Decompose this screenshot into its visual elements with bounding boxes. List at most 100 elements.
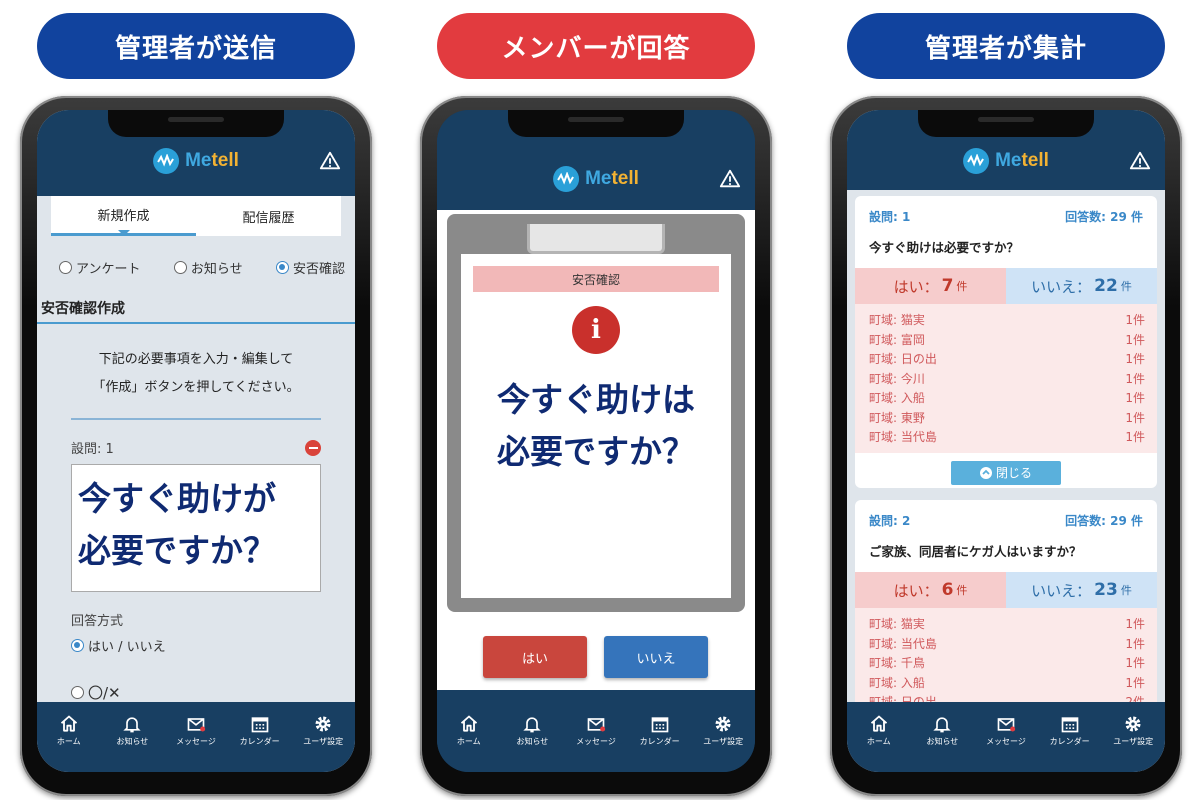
list-item: 町域: 富岡 1件 bbox=[869, 332, 1145, 347]
step-header-admin-send: 管理者が送信 bbox=[37, 13, 355, 79]
radio-notice[interactable]: お知らせ bbox=[173, 258, 243, 277]
tab-user-settings[interactable]: ユーザ設定 bbox=[295, 714, 351, 747]
radio-dot bbox=[173, 261, 187, 274]
tab-history[interactable]: 配信履歴 bbox=[196, 196, 341, 236]
phone-notch bbox=[108, 110, 284, 137]
radio-dot bbox=[59, 261, 72, 274]
question-textarea[interactable]: 今すぐ助けが 必要ですか？ bbox=[71, 464, 321, 592]
question-text: 今すぐ助けは 必要ですか？ bbox=[497, 380, 695, 471]
envelope-icon bbox=[587, 718, 606, 732]
logo-mark-icon bbox=[553, 166, 580, 192]
phone-notch bbox=[918, 110, 1094, 137]
radio-dot-selected bbox=[71, 639, 84, 652]
radio-yes-no[interactable]: はい / いいえ bbox=[71, 636, 166, 655]
question-header: 設問: 1 回答数: 29 件 bbox=[869, 210, 1143, 224]
divider bbox=[71, 418, 321, 420]
alert-icon[interactable] bbox=[319, 150, 341, 172]
radio-circle-cross[interactable]: 〇/✕ bbox=[71, 682, 121, 703]
gear-icon bbox=[1125, 716, 1141, 732]
info-icon: i bbox=[572, 306, 620, 354]
tab-home[interactable]: ホーム bbox=[41, 714, 97, 747]
tab-message[interactable]: メッセージ bbox=[168, 714, 224, 747]
logo-text: Metell bbox=[185, 150, 239, 171]
question-label: 設問: 1 bbox=[71, 442, 114, 457]
tab-home[interactable]: ホーム bbox=[441, 714, 497, 747]
question-text: ご家族、同居者にケガ人はいますか？ bbox=[869, 544, 1082, 559]
list-item: 町域: 入船 1件 bbox=[869, 675, 1145, 690]
phone-frame: Metell 新規作成 配信履歴 アンケート お知らせ 安否確認 安否確認作成 … bbox=[20, 96, 372, 796]
list-item: 町域: 東野 1件 bbox=[869, 410, 1145, 425]
list-item: 町域: 日の出 1件 bbox=[869, 352, 1145, 367]
list-item: 町域: 日の出2件 bbox=[869, 692, 1145, 702]
no-button[interactable]: いいえ bbox=[604, 636, 708, 678]
tab-notice[interactable]: お知らせ bbox=[104, 714, 160, 747]
radio-safety[interactable]: 安否確認 bbox=[275, 258, 345, 277]
answer-content: 安否確認 i 今すぐ助けは 必要ですか？ はい いいえ bbox=[437, 210, 755, 690]
area-breakdown-list: 町域: 猫実 1件 町域: 富岡 1件 町域: 日の出 1件 町域: 今川 1件 町域:… bbox=[855, 304, 1157, 453]
logo-mark-icon bbox=[153, 148, 180, 174]
panel-admin-send: 管理者が送信 Metell 新規作成 配信履歴 アンケート お知らせ 安否確認 bbox=[0, 0, 400, 800]
chevron-up-icon bbox=[979, 466, 992, 479]
list-item: 町域: 当代島 1件 bbox=[869, 430, 1145, 445]
question-result-card: 設問: 2 回答数: 29 件 ご家族、同居者にケガ人はいますか？ はい： 6 件 い… bbox=[855, 500, 1157, 702]
step-header-admin-tally: 管理者が集計 bbox=[847, 13, 1165, 79]
tab-calendar[interactable]: カレンダー bbox=[232, 714, 288, 747]
no-count: いいえ： 23 件 bbox=[1006, 572, 1157, 608]
list-item: 町域: 猫実 1件 bbox=[869, 617, 1145, 632]
list-item: 町域: 今川 1件 bbox=[869, 371, 1145, 386]
alert-icon[interactable] bbox=[1129, 150, 1151, 172]
radio-dot bbox=[71, 686, 84, 699]
bottom-tab-bar: ホーム お知らせ メッセージ カレンダー ユーザ設定 bbox=[437, 702, 755, 772]
compose-content: 新規作成 配信履歴 アンケート お知らせ 安否確認 安否確認作成 下記の必要事項… bbox=[37, 196, 355, 702]
envelope-icon bbox=[997, 718, 1016, 732]
list-item: 町域: 猫実 1件 bbox=[869, 313, 1145, 328]
alert-icon[interactable] bbox=[719, 168, 741, 190]
tab-message[interactable]: メッセージ bbox=[978, 714, 1034, 747]
phone-frame: Metell 設問: 1 回答数: 29 件 今すぐ助けは必要ですか？ はい： 7 件… bbox=[830, 96, 1182, 796]
list-item: 町域: 入船 1件 bbox=[869, 391, 1145, 406]
yes-count: はい： 6 件 bbox=[855, 572, 1006, 608]
tab-calendar[interactable]: カレンダー bbox=[632, 714, 688, 747]
instruction-text: 下記の必要事項を入力・編集して 「作成」ボタンを押してください。 bbox=[92, 352, 300, 395]
tab-calendar[interactable]: カレンダー bbox=[1042, 714, 1098, 747]
bell-icon bbox=[523, 717, 542, 733]
close-button[interactable]: 閉じる bbox=[951, 460, 1061, 485]
bottom-tab-bar: ホーム お知らせ メッセージ カレンダー ユーザ設定 bbox=[847, 702, 1165, 772]
tab-message[interactable]: メッセージ bbox=[568, 714, 624, 747]
logo-text: Metell bbox=[995, 150, 1049, 171]
area-breakdown-list: 町域: 猫実1件 町域: 当代島1件 町域: 千鳥1件 町域: 入船1件 町域:… bbox=[855, 608, 1157, 702]
remove-question-icon[interactable] bbox=[305, 440, 321, 456]
tab-user-settings[interactable]: ユーザ設定 bbox=[1105, 714, 1161, 747]
logo-text: Metell bbox=[585, 168, 639, 189]
app-logo: Metell bbox=[553, 166, 639, 192]
bell-icon bbox=[933, 717, 952, 733]
tab-notice[interactable]: お知らせ bbox=[504, 714, 560, 747]
panel-member-answer: メンバーが回答 Metell 安否確認 i 今すぐ助けは 必要ですか？ はい い… bbox=[400, 0, 800, 800]
yes-count: はい： 7 件 bbox=[855, 268, 1006, 304]
radio-dot-selected bbox=[275, 261, 289, 274]
tab-user-settings[interactable]: ユーザ設定 bbox=[695, 714, 751, 747]
logo-mark-icon bbox=[963, 148, 990, 174]
panel-admin-tally: 管理者が集計 Metell 設問: 1 回答数: 29 件 今すぐ助けは必要ですか… bbox=[800, 0, 1200, 800]
tab-home[interactable]: ホーム bbox=[851, 714, 907, 747]
radio-survey[interactable]: アンケート bbox=[59, 258, 140, 277]
question-text: 今すぐ助けは必要ですか？ bbox=[869, 240, 1020, 255]
gear-icon bbox=[715, 716, 731, 732]
type-radio-group: アンケート お知らせ 安否確認 bbox=[59, 258, 345, 277]
home-icon bbox=[460, 715, 477, 732]
gear-icon bbox=[315, 716, 331, 732]
tab-new[interactable]: 新規作成 bbox=[51, 196, 196, 236]
no-count: いいえ： 22 件 bbox=[1006, 268, 1157, 304]
step-header-member-answer: メンバーが回答 bbox=[437, 13, 755, 79]
calendar-icon bbox=[251, 717, 268, 733]
question-result-card: 設問: 1 回答数: 29 件 今すぐ助けは必要ですか？ はい： 7 件 いいえ： 22… bbox=[855, 196, 1157, 488]
envelope-icon bbox=[187, 718, 206, 732]
app-logo: Metell bbox=[153, 148, 239, 174]
yes-button[interactable]: はい bbox=[483, 636, 587, 678]
bottom-tab-bar: ホーム お知らせ メッセージ カレンダー ユーザ設定 bbox=[37, 702, 355, 772]
clipboard-paper: 安否確認 i 今すぐ助けは 必要ですか？ bbox=[461, 254, 731, 598]
calendar-icon bbox=[651, 717, 668, 733]
phone-screen: Metell 安否確認 i 今すぐ助けは 必要ですか？ はい いいえ ホーム お… bbox=[437, 110, 755, 772]
safety-badge: 安否確認 bbox=[473, 266, 719, 292]
tab-notice[interactable]: お知らせ bbox=[914, 714, 970, 747]
